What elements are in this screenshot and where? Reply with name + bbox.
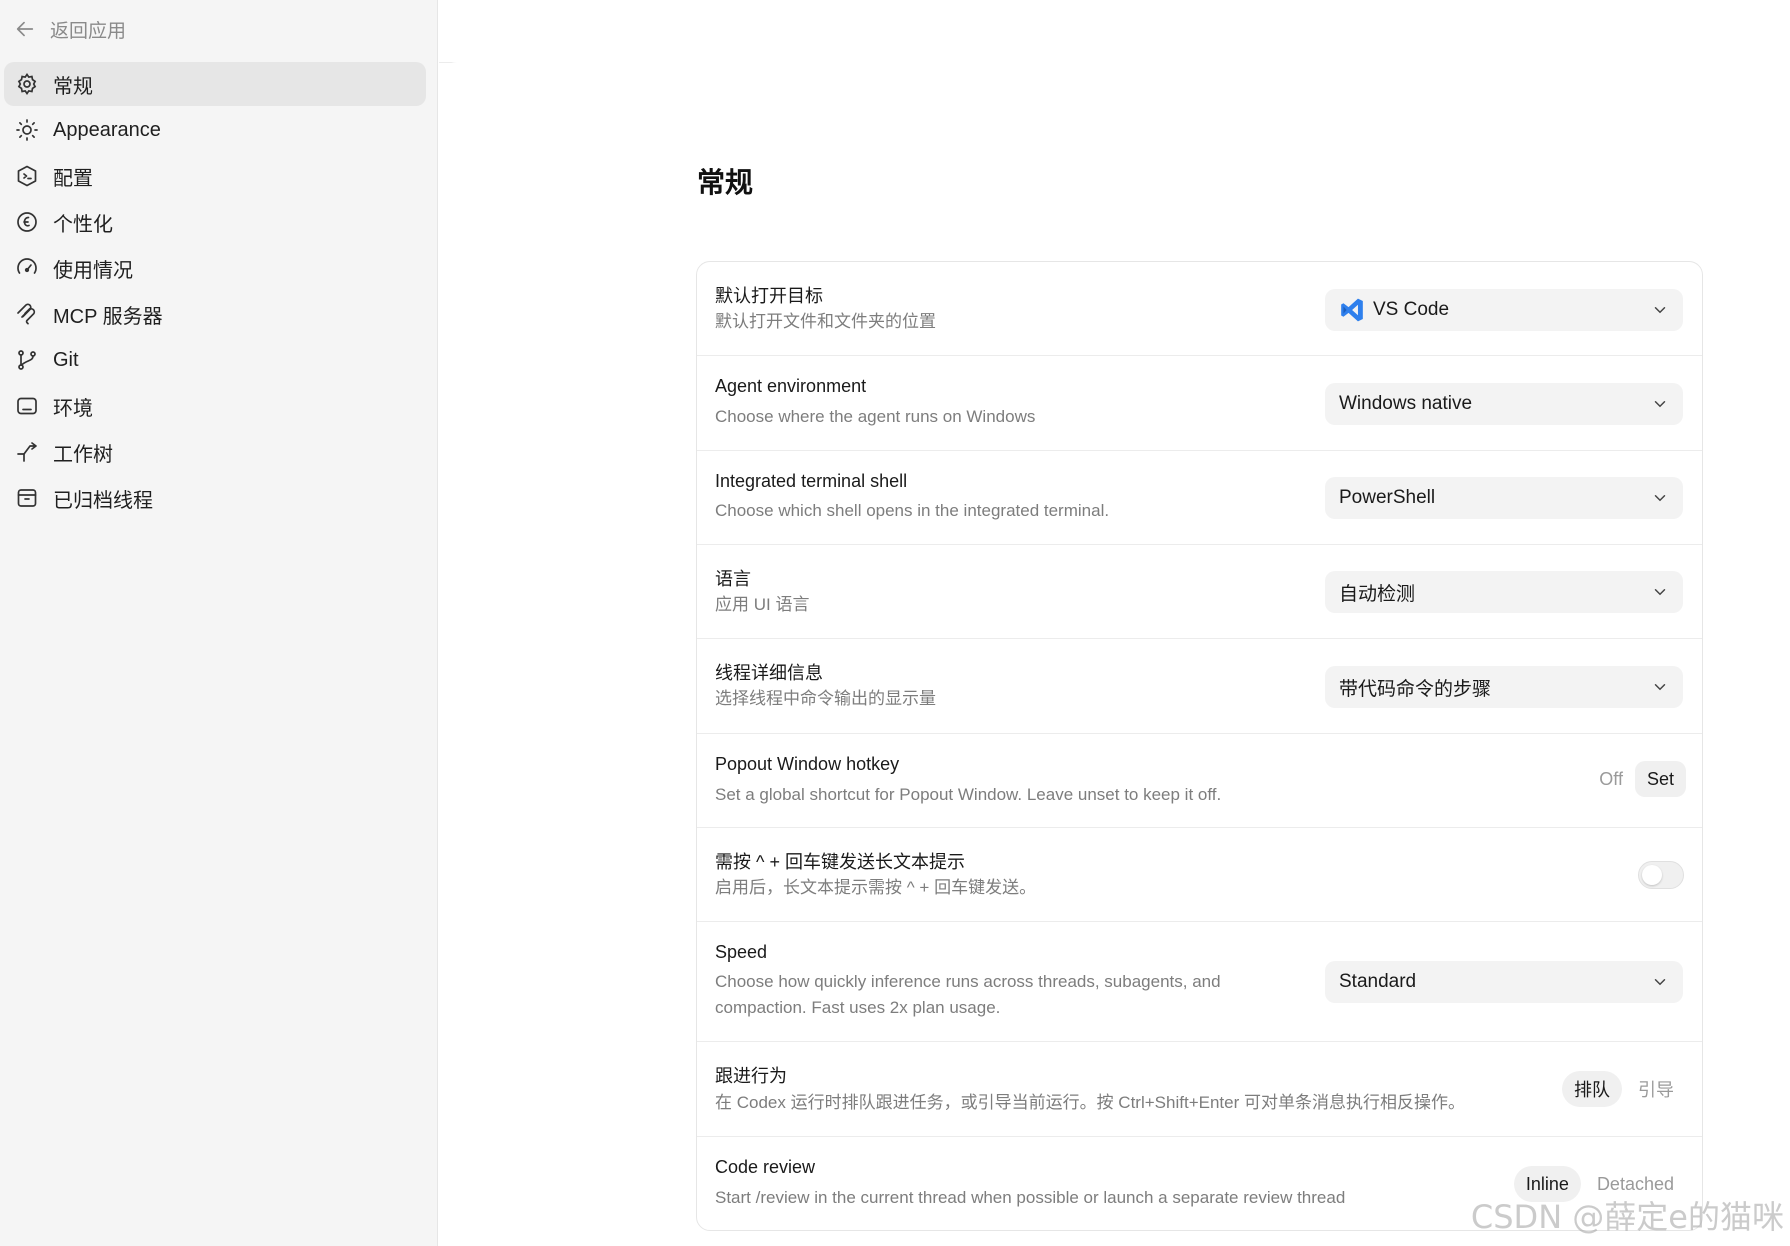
chevron-down-icon [1654, 684, 1666, 691]
setting-desc: 选择线程中命令输出的显示量 [715, 689, 936, 708]
sidebar-item-label: MCP 服务器 [53, 305, 163, 328]
sidebar-item-label: 个性化 [53, 213, 113, 236]
setting-title: 默认打开目标 [715, 286, 823, 306]
setting-row-terminal-shell: Integrated terminal shell Choose which s… [697, 451, 1702, 545]
terminal-icon [17, 397, 37, 415]
gauge-icon [17, 258, 37, 274]
sidebar-item-label: 工作树 [53, 443, 113, 466]
chevron-down-icon [1654, 307, 1666, 314]
sidebar-item-label: 配置 [53, 167, 93, 190]
setting-desc: 在 Codex 运行时排队跟进任务，或引导当前运行。按 Ctrl+Shift+E… [715, 1093, 1465, 1112]
setting-desc: 启用后，长文本提示需按 ^ + 回车键发送。 [715, 878, 1037, 897]
sidebar-item-mcp[interactable]: MCP 服务器 [4, 292, 426, 336]
sidebar-item-general[interactable]: 常规 [4, 62, 426, 106]
sidebar-item-environment[interactable]: 环境 [4, 384, 426, 428]
setting-desc: Start /review in the current thread when… [715, 1188, 1346, 1207]
select-value: 带代码命令的步骤 [1339, 678, 1492, 700]
setting-desc: 默认打开文件和文件夹的位置 [715, 312, 936, 331]
page-title: 常规 [697, 167, 754, 198]
setting-row-language: 语言 应用 UI 语言 自动检测 [697, 545, 1702, 639]
setting-title: Agent environment [715, 376, 867, 396]
setting-row-popout-hotkey: Popout Window hotkey Set a global shortc… [697, 734, 1702, 828]
chevron-down-icon [1654, 589, 1666, 596]
chevron-down-icon [1654, 979, 1666, 986]
sidebar-item-personalize[interactable]: 个性化 [4, 200, 426, 244]
setting-desc: 应用 UI 语言 [715, 595, 810, 614]
settings-card: 默认打开目标 默认打开文件和文件夹的位置 VS Code Agent envir… [696, 261, 1703, 1231]
setting-desc: Choose which shell opens in the integrat… [715, 501, 1110, 520]
setting-title: 线程详细信息 [715, 663, 823, 683]
sidebar-item-label: 已归档线程 [53, 489, 153, 512]
sidebar-item-label: 常规 [53, 75, 93, 98]
vscode-icon [1341, 298, 1363, 322]
hotkey-status: Off [1599, 768, 1623, 789]
agent-environment-select[interactable]: Windows native [1325, 383, 1683, 425]
setting-desc-line2: compaction. Fast uses 2x plan usage. [715, 998, 1001, 1017]
speed-select[interactable]: Standard [1325, 961, 1683, 1003]
sun-icon [16, 119, 38, 141]
setting-title: Code review [715, 1157, 816, 1177]
toggle-knob [1642, 865, 1662, 885]
follow-up-option-queue[interactable]: 排队 [1562, 1071, 1622, 1107]
setting-row-ctrl-enter: 需按 ^ + 回车键发送长文本提示 启用后，长文本提示需按 ^ + 回车键发送。 [697, 828, 1702, 922]
setting-title: 需按 ^ + 回车键发送长文本提示 [715, 852, 965, 872]
setting-row-follow-up: 跟进行为 在 Codex 运行时排队跟进任务，或引导当前运行。按 Ctrl+Sh… [697, 1042, 1702, 1137]
ctrl-enter-toggle[interactable] [1638, 861, 1684, 889]
git-branch-icon [18, 350, 36, 370]
hotkey-controls: Off Set [1591, 761, 1686, 797]
gear-icon [17, 73, 37, 95]
chevron-down-icon [1654, 495, 1666, 502]
back-to-app-link[interactable]: 返回应用 [14, 14, 126, 44]
sidebar-item-label: 环境 [53, 397, 93, 420]
sidebar-item-usage[interactable]: 使用情况 [4, 246, 426, 290]
setting-desc-line1: Choose how quickly inference runs across… [715, 972, 1221, 991]
sidebar-item-archived[interactable]: 已归档线程 [4, 476, 426, 520]
sidebar-item-label: 使用情况 [53, 259, 133, 282]
setting-row-default-open: 默认打开目标 默认打开文件和文件夹的位置 VS Code [697, 262, 1702, 356]
settings-nav: 常规 Appearance 配置 个性化 使用情况 MCP 服务器 Git 环境… [4, 62, 426, 522]
sidebar-item-label: Git [53, 348, 79, 371]
setting-title: 跟进行为 [715, 1066, 787, 1086]
worktree-icon [17, 442, 37, 462]
arrow-left-icon [16, 21, 34, 37]
follow-up-segmented: 排队 引导 [1562, 1071, 1686, 1107]
setting-row-speed: Speed Choose how quickly inference runs … [697, 922, 1702, 1042]
mcp-icon [17, 303, 36, 325]
top-bar [439, 0, 1790, 63]
select-value: Standard [1339, 971, 1417, 992]
chevron-down-icon [1654, 401, 1666, 408]
setting-row-agent-environment: Agent environment Choose where the agent… [697, 356, 1702, 451]
watermark: CSDN @薛定e的猫咪 [1470, 1198, 1784, 1236]
language-select[interactable]: 自动检测 [1325, 571, 1683, 613]
sidebar-item-worktree[interactable]: 工作树 [4, 430, 426, 474]
setting-title: 语言 [715, 569, 751, 589]
config-icon [17, 165, 37, 187]
default-open-select[interactable]: VS Code [1325, 289, 1683, 331]
sidebar-item-git[interactable]: Git [4, 338, 426, 382]
sidebar-item-config[interactable]: 配置 [4, 154, 426, 198]
set-hotkey-button[interactable]: Set [1634, 761, 1686, 797]
sidebar-item-appearance[interactable]: Appearance [4, 108, 426, 152]
setting-title: Speed [715, 942, 768, 962]
setting-desc: Set a global shortcut for Popout Window.… [715, 785, 1222, 804]
archive-icon [17, 489, 37, 507]
setting-row-thread-detail: 线程详细信息 选择线程中命令输出的显示量 带代码命令的步骤 [697, 639, 1702, 734]
select-value: PowerShell [1339, 487, 1436, 508]
select-value: Windows native [1339, 393, 1473, 414]
terminal-shell-select[interactable]: PowerShell [1325, 477, 1683, 519]
sidebar: 返回应用 常规 Appearance 配置 个性化 使用情况 MCP 服务器 G… [0, 0, 438, 1246]
thread-detail-select[interactable]: 带代码命令的步骤 [1325, 666, 1683, 708]
setting-title: Integrated terminal shell [715, 471, 908, 491]
back-label: 返回应用 [50, 20, 127, 42]
select-value: 自动检测 [1339, 583, 1416, 605]
setting-desc: Choose where the agent runs on Windows [715, 407, 1036, 426]
follow-up-option-steer[interactable]: 引导 [1626, 1071, 1686, 1107]
settings-window: 返回应用 常规 Appearance 配置 个性化 使用情况 MCP 服务器 G… [0, 0, 1790, 1246]
personalize-icon [17, 212, 37, 232]
sidebar-item-label: Appearance [53, 118, 161, 141]
setting-title: Popout Window hotkey [715, 754, 900, 774]
select-value: VS Code [1373, 299, 1450, 320]
